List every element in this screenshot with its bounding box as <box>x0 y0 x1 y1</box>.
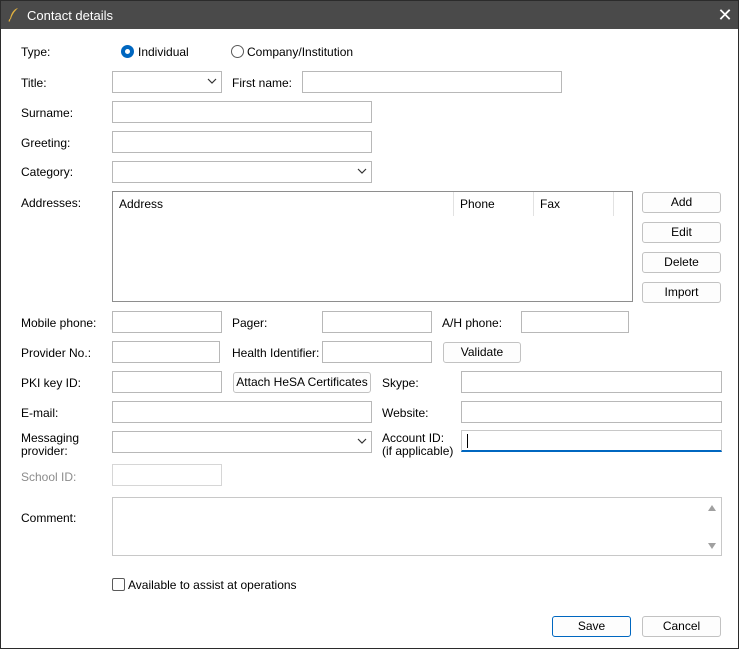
messaging-provider-combo[interactable] <box>112 431 372 453</box>
addresses-list[interactable]: Address Phone Fax <box>112 191 633 302</box>
email-input[interactable] <box>112 401 372 423</box>
title-bar: Contact details ✕ <box>1 1 738 29</box>
website-label: Website: <box>382 406 429 420</box>
text-caret <box>467 434 468 448</box>
school-id-input <box>112 464 222 486</box>
account-id-label: Account ID: (if applicable) <box>382 431 454 458</box>
column-header-phone[interactable]: Phone <box>454 192 534 216</box>
provider-no-label: Provider No.: <box>21 346 92 360</box>
category-combo[interactable] <box>112 161 372 183</box>
chevron-down-icon <box>357 168 367 174</box>
website-input[interactable] <box>461 401 722 423</box>
school-id-label: School ID: <box>21 470 77 484</box>
comment-textarea[interactable] <box>112 497 722 556</box>
edit-address-button[interactable]: Edit <box>642 222 721 243</box>
comment-label: Comment: <box>21 511 77 525</box>
health-identifier-input[interactable] <box>322 341 432 363</box>
validate-button[interactable]: Validate <box>443 342 521 363</box>
provider-no-input[interactable] <box>112 341 220 363</box>
account-id-input[interactable] <box>461 430 722 452</box>
health-identifier-label: Health Identifier: <box>232 346 320 360</box>
save-button[interactable]: Save <box>552 616 631 637</box>
ah-phone-input[interactable] <box>521 311 629 333</box>
close-icon[interactable]: ✕ <box>711 1 739 29</box>
skype-input[interactable] <box>461 371 722 393</box>
chevron-down-icon <box>207 78 217 84</box>
available-to-assist-label[interactable]: Available to assist at operations <box>128 578 297 592</box>
available-to-assist-checkbox[interactable] <box>112 578 125 591</box>
pki-key-id-input[interactable] <box>112 371 222 393</box>
greeting-input[interactable] <box>112 131 372 153</box>
title-label: Title: <box>21 76 47 90</box>
mobile-phone-label: Mobile phone: <box>21 316 97 330</box>
category-label: Category: <box>21 165 74 179</box>
attach-hesa-certificates-button[interactable]: Attach HeSA Certificates <box>233 372 371 393</box>
window-title: Contact details <box>27 8 113 23</box>
title-combo[interactable] <box>112 71 222 93</box>
column-header-address[interactable]: Address <box>113 192 454 216</box>
comment-scrollbar[interactable] <box>704 498 721 555</box>
individual-radio[interactable] <box>121 45 134 58</box>
email-label: E-mail: <box>21 406 59 420</box>
pager-label: Pager: <box>232 316 268 330</box>
first-name-label: First name: <box>232 76 293 90</box>
column-header-fax[interactable]: Fax <box>534 192 614 216</box>
contact-details-dialog: Contact details ✕ Type: Individual Compa… <box>0 0 739 649</box>
greeting-label: Greeting: <box>21 136 71 150</box>
mobile-phone-input[interactable] <box>112 311 222 333</box>
addresses-label: Addresses: <box>21 196 82 210</box>
company-institution-radio[interactable] <box>231 45 244 58</box>
first-name-input[interactable] <box>302 71 562 93</box>
messaging-provider-label: Messaging provider: <box>21 431 80 458</box>
ah-phone-label: A/H phone: <box>442 316 503 330</box>
pki-key-id-label: PKI key ID: <box>21 376 82 390</box>
delete-address-button[interactable]: Delete <box>642 252 721 273</box>
add-address-button[interactable]: Add <box>642 192 721 213</box>
skype-label: Skype: <box>382 376 419 390</box>
feather-icon <box>8 8 18 22</box>
company-institution-label[interactable]: Company/Institution <box>247 45 353 59</box>
scroll-down-icon[interactable] <box>708 543 716 549</box>
scroll-up-icon[interactable] <box>708 505 716 511</box>
chevron-down-icon <box>357 438 367 444</box>
type-label: Type: <box>21 45 51 59</box>
surname-label: Surname: <box>21 106 74 120</box>
surname-input[interactable] <box>112 101 372 123</box>
individual-label[interactable]: Individual <box>138 45 189 59</box>
pager-input[interactable] <box>322 311 432 333</box>
import-address-button[interactable]: Import <box>642 282 721 303</box>
cancel-button[interactable]: Cancel <box>642 616 721 637</box>
